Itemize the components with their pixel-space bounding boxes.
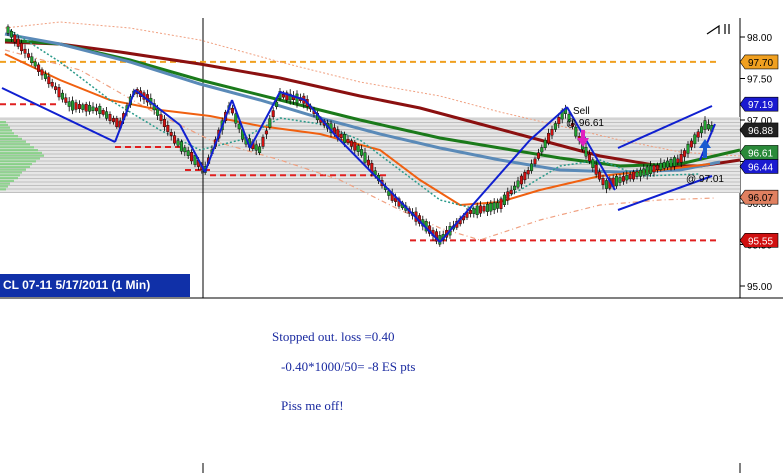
draw-tool-icon[interactable]	[705, 22, 731, 36]
svg-text:96.07: 96.07	[748, 193, 773, 204]
svg-text:96.88: 96.88	[748, 126, 773, 137]
note-calculation: -0.40*1000/50= -8 ES pts	[281, 359, 416, 374]
price-badge: 95.55	[739, 233, 779, 248]
svg-text:96.44: 96.44	[748, 162, 773, 173]
volume-profile-band	[0, 117, 740, 193]
svg-text:96.61: 96.61	[748, 148, 773, 159]
svg-text:97.70: 97.70	[748, 58, 773, 69]
price-badge: 96.61	[739, 145, 779, 160]
price-badge: 97.19	[739, 96, 779, 112]
price-chart[interactable]: 98.0097.5097.0096.5096.0095.5095.00 97.7…	[0, 0, 783, 473]
price-badge: 96.07	[739, 189, 779, 205]
price-tick-label: 98.00	[747, 33, 772, 44]
note-comment: Piss me off!	[281, 398, 344, 413]
price-badge: 96.44	[739, 159, 779, 174]
price-badge: 96.88	[739, 122, 779, 138]
note-stopped-out: Stopped out. loss =0.40	[272, 329, 395, 344]
price-tick-label: 95.00	[747, 282, 772, 293]
sell-label: Sell	[573, 106, 590, 117]
stop-price-label: @ 97.01	[686, 174, 724, 185]
price-badge: 97.70	[739, 54, 779, 70]
svg-text:97.19: 97.19	[748, 100, 773, 111]
sell-price-label: @ 96.61	[566, 118, 604, 129]
price-tick-label: 97.50	[747, 75, 772, 86]
svg-text:95.55: 95.55	[748, 236, 773, 247]
chart-title: CL 07-11 5/17/2011 (1 Min)	[0, 274, 190, 297]
